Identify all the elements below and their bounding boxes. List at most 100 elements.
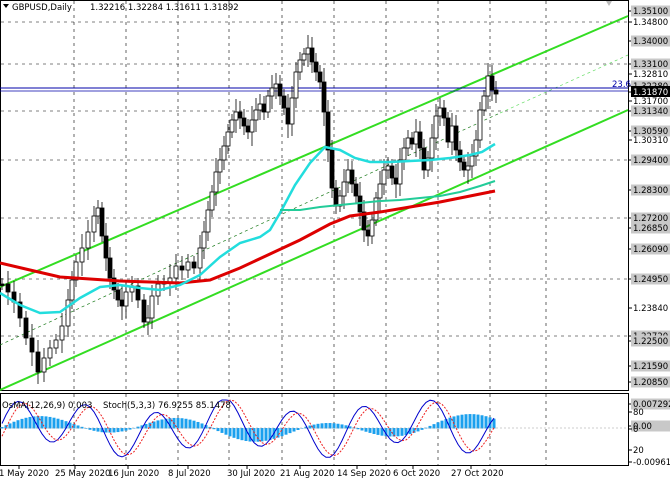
candle-body[interactable]: [23, 317, 29, 339]
candle-body[interactable]: [453, 125, 459, 151]
candle-body[interactable]: [401, 147, 407, 161]
candle-body[interactable]: [47, 347, 53, 359]
candle-body[interactable]: [221, 145, 227, 161]
candle-body[interactable]: [429, 137, 435, 159]
candle-body[interactable]: [377, 183, 383, 199]
candle-body[interactable]: [123, 291, 129, 307]
candle-body[interactable]: [341, 181, 347, 197]
candle-body[interactable]: [35, 351, 41, 373]
candle-body[interactable]: [107, 257, 113, 279]
candle-body[interactable]: [309, 47, 315, 63]
candle-body[interactable]: [437, 107, 443, 117]
candle-body[interactable]: [417, 131, 423, 149]
candle-body[interactable]: [301, 53, 307, 61]
candle-body[interactable]: [321, 81, 327, 113]
candle-body[interactable]: [485, 75, 491, 97]
candle-body[interactable]: [59, 325, 65, 341]
candle-body[interactable]: [115, 289, 121, 301]
candle-body[interactable]: [119, 299, 125, 307]
candle-body[interactable]: [95, 207, 101, 217]
candle-body[interactable]: [333, 187, 339, 207]
candle-body[interactable]: [369, 219, 375, 237]
candle-body[interactable]: [349, 169, 355, 185]
candle-body[interactable]: [79, 247, 85, 263]
candle-body[interactable]: [397, 159, 403, 185]
candle-body[interactable]: [249, 119, 255, 133]
candle-body[interactable]: [317, 71, 323, 83]
candle-body[interactable]: [53, 339, 59, 349]
candle-body[interactable]: [493, 89, 499, 95]
candle-body[interactable]: [433, 115, 439, 139]
candle-body[interactable]: [273, 83, 279, 89]
candle-body[interactable]: [245, 125, 251, 133]
candle-body[interactable]: [29, 337, 35, 353]
candle-body[interactable]: [173, 265, 179, 279]
candle-body[interactable]: [141, 299, 147, 323]
fib-label: 23.6: [612, 80, 631, 90]
candle-body[interactable]: [205, 209, 211, 233]
candle-body[interactable]: [179, 265, 185, 271]
candle-body[interactable]: [253, 109, 259, 121]
candle-body[interactable]: [197, 247, 203, 269]
candle-body[interactable]: [385, 165, 391, 171]
candle-body[interactable]: [389, 165, 395, 179]
candle-body[interactable]: [257, 103, 263, 111]
candle-body[interactable]: [41, 357, 47, 373]
candle-body[interactable]: [445, 117, 451, 143]
candle-body[interactable]: [405, 137, 411, 149]
candle-body[interactable]: [201, 231, 207, 249]
date-axis[interactable]: 1 May 2020 25 May 202016 Jun 2020 8 Jul 20…: [0, 466, 504, 479]
candle-body[interactable]: [209, 191, 215, 211]
candle-body[interactable]: [185, 261, 191, 271]
candle-body[interactable]: [229, 119, 235, 133]
candle-body[interactable]: [305, 47, 311, 55]
candle-body[interactable]: [465, 165, 471, 171]
main-plot-area[interactable]: [0, 0, 629, 391]
candle-body[interactable]: [441, 107, 447, 119]
candle-body[interactable]: [481, 95, 487, 111]
candle-body[interactable]: [277, 83, 283, 97]
candle-body[interactable]: [237, 111, 243, 119]
candle-body[interactable]: [99, 207, 105, 237]
candle-body[interactable]: [313, 61, 319, 73]
candle-body[interactable]: [353, 183, 359, 197]
price-axis[interactable]: 1.351001.348001.340001.331001.328101.322…: [628, 5, 670, 389]
candle-body[interactable]: [0, 283, 5, 286]
candle-body[interactable]: [293, 71, 299, 99]
candle-body[interactable]: [265, 95, 271, 113]
candle-body[interactable]: [489, 75, 495, 91]
candle-body[interactable]: [461, 161, 467, 171]
candle-body[interactable]: [325, 111, 331, 151]
candle-body[interactable]: [85, 231, 91, 249]
candle-body[interactable]: [69, 279, 75, 301]
indicator-axis[interactable]: 0.0072926800.00020-0.0096113: [628, 398, 670, 469]
candle-body[interactable]: [225, 131, 231, 147]
candle-body[interactable]: [297, 59, 303, 73]
candle-body[interactable]: [241, 117, 247, 127]
candle-body[interactable]: [345, 169, 351, 183]
candle-body[interactable]: [365, 229, 371, 237]
candle-body[interactable]: [281, 95, 287, 109]
candle-body[interactable]: [233, 111, 239, 121]
candle-body[interactable]: [213, 171, 219, 193]
candle-body[interactable]: [469, 155, 475, 167]
candle-body[interactable]: [145, 317, 151, 323]
trading-chart[interactable]: 23.6 1.351001.34800 1.34000 1.331001.32810…: [0, 0, 670, 481]
candle-body[interactable]: [381, 169, 387, 185]
candle-body[interactable]: [413, 131, 419, 145]
candle-body[interactable]: [91, 215, 97, 233]
candle-body[interactable]: [329, 149, 335, 189]
candle-body[interactable]: [5, 283, 11, 293]
candle-body[interactable]: [477, 109, 483, 141]
candle-body[interactable]: [261, 103, 267, 113]
candle-body[interactable]: [289, 97, 295, 125]
candle-body[interactable]: [285, 107, 291, 125]
candle-body[interactable]: [103, 235, 109, 259]
candle-body[interactable]: [449, 125, 455, 143]
candle-body[interactable]: [191, 261, 197, 269]
candle-body[interactable]: [149, 295, 155, 319]
candle-body[interactable]: [217, 159, 223, 173]
candle-body[interactable]: [269, 87, 275, 97]
candle-body[interactable]: [409, 137, 415, 145]
candle-body[interactable]: [393, 177, 399, 185]
